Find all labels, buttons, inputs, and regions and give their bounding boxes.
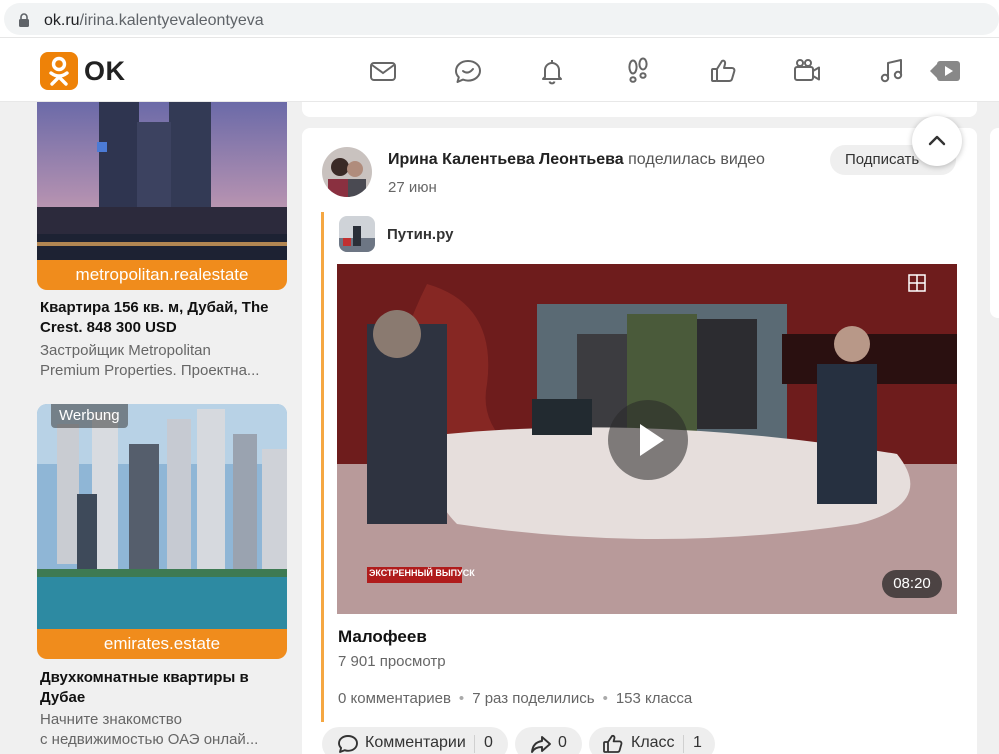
author-avatar[interactable]: [322, 147, 372, 197]
like-icon[interactable]: [708, 56, 738, 86]
ad-badge: Werbung: [51, 404, 128, 428]
post-author: Ирина Калентьева Леонтьева поделилась ви…: [388, 151, 765, 169]
ad-image[interactable]: [37, 102, 287, 260]
comments-count: 0: [484, 734, 493, 751]
divider: [683, 735, 684, 753]
bell-icon[interactable]: [537, 56, 567, 86]
ad-description-line: с недвижимостью ОАЭ онлай...: [40, 731, 259, 748]
divider: [474, 735, 475, 753]
thumbs-up-icon: [603, 734, 623, 753]
share-count: 0: [558, 734, 567, 751]
video-title[interactable]: Малофеев: [338, 627, 427, 647]
footprints-icon[interactable]: [623, 56, 653, 86]
url-path: /irina.kalentyevaleontyeva: [79, 12, 264, 29]
likes-stat[interactable]: 153 класса: [616, 690, 692, 707]
music-icon[interactable]: [877, 56, 907, 86]
ad-title[interactable]: Двухкомнатные квартиры в Дубае: [40, 668, 290, 708]
share-button[interactable]: 0: [515, 727, 582, 754]
previous-post-card: [302, 102, 977, 117]
ad-title[interactable]: Квартира 156 кв. м, Дубай, The Crest. 84…: [40, 298, 290, 338]
group-name-link[interactable]: Путин.ру: [387, 226, 453, 243]
video-views: 7 901 просмотр: [338, 653, 446, 670]
url-field[interactable]: ok.ru/irina.kalentyevaleontyeva: [4, 3, 999, 35]
group-avatar[interactable]: [339, 216, 375, 252]
post-stats: 0 комментариев • 7 раз поделились • 153 клас…: [338, 690, 693, 707]
ad-site-label[interactable]: emirates.estate: [37, 629, 287, 659]
chat-icon[interactable]: [453, 56, 483, 86]
camera-icon[interactable]: [792, 56, 822, 86]
post-date[interactable]: 27 июн: [388, 179, 437, 196]
mail-icon[interactable]: [368, 56, 398, 86]
play-icon: [640, 424, 664, 456]
lock-icon: [19, 13, 29, 27]
comments-button-label: Комментарии: [365, 734, 466, 751]
shares-stat[interactable]: 7 раз поделились: [472, 690, 594, 707]
like-button-label: Класс: [631, 734, 675, 751]
top-navigation: OK: [0, 38, 999, 102]
chevron-up-icon: [928, 135, 946, 146]
like-button[interactable]: Класс 1: [589, 727, 715, 754]
ok-logo-icon[interactable]: [40, 52, 78, 90]
like-count: 1: [693, 734, 702, 751]
url-domain: ok.ru: [44, 12, 80, 29]
share-icon: [531, 736, 551, 753]
ad-description-line: Premium Properties. Проектна...: [40, 362, 260, 379]
video-grid-icon: [908, 274, 926, 292]
right-column-card: [990, 128, 999, 318]
comment-icon: [338, 735, 358, 753]
browser-address-bar: ok.ru/irina.kalentyevaleontyeva: [0, 0, 999, 38]
author-name-link[interactable]: Ирина Калентьева Леонтьева: [388, 151, 624, 168]
comments-button[interactable]: Комментарии 0: [322, 727, 508, 754]
video-icon[interactable]: [928, 56, 962, 86]
ad-description-line: Начните знакомство: [40, 711, 182, 728]
video-duration: 08:20: [882, 570, 942, 598]
author-action: поделилась видео: [628, 151, 765, 168]
video-badge: ЭКСТРЕННЫЙ ВЫПУСК: [369, 568, 475, 578]
ad-description-line: Застройщик Metropolitan: [40, 342, 211, 359]
url-text: ok.ru/irina.kalentyevaleontyeva: [44, 12, 264, 30]
ad-site-label[interactable]: metropolitan.realestate: [37, 260, 287, 290]
scroll-to-top-button[interactable]: [912, 116, 962, 166]
reshare-indicator: [321, 212, 324, 722]
comments-stat[interactable]: 0 комментариев: [338, 690, 451, 707]
play-button[interactable]: [608, 400, 688, 480]
logo-text[interactable]: OK: [84, 56, 126, 87]
ad-image[interactable]: Werbung: [37, 404, 287, 629]
